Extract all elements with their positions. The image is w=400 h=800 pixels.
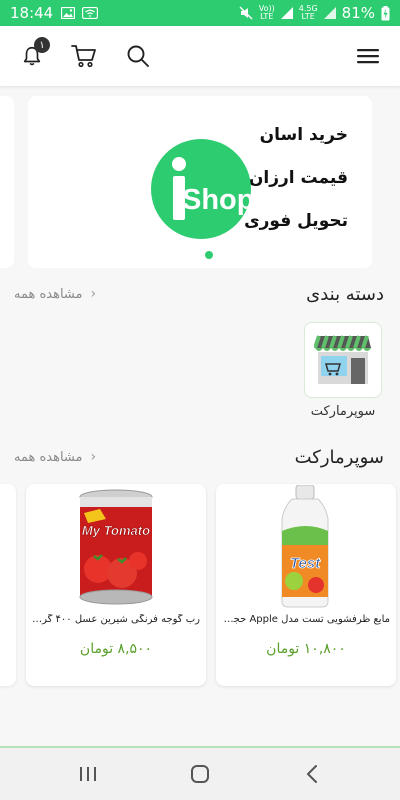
banner-slide[interactable]: خرید اسان قیمت ارزان تحویل فوری Shop (28, 96, 372, 268)
tomato-paste-can: My Tomato (79, 489, 153, 605)
cart-icon (71, 45, 96, 68)
banner-line-1: خرید اسان (259, 125, 348, 145)
supermarket-see-all-link[interactable]: ‹ مشاهده همه (14, 449, 96, 465)
cart-button[interactable] (68, 40, 100, 72)
category-card[interactable] (304, 322, 382, 398)
status-time: 18:44 (10, 4, 54, 22)
bottle-brand-text: Test (290, 555, 321, 572)
product-image: My Tomato (26, 484, 206, 610)
wifi-call-icon (82, 7, 99, 19)
dishwashing-liquid-bottle: Test (281, 485, 329, 608)
notification-button[interactable]: ۱ (16, 37, 50, 72)
hamburger-menu-icon (357, 49, 379, 64)
product-card-peek[interactable] (0, 484, 16, 686)
banner-peek-previous[interactable] (0, 96, 14, 268)
banner-line-3: تحویل فوری (244, 211, 348, 231)
search-icon (127, 45, 149, 67)
network-type-1: LTE (260, 12, 274, 21)
system-navigation-bar (0, 748, 400, 800)
signal-icon-1 (280, 7, 293, 19)
battery-percent: 81% (341, 4, 375, 22)
categories-see-all-link[interactable]: ‹ مشاهده همه (14, 286, 96, 302)
gallery-icon (61, 7, 76, 19)
supermarket-title: سوپرمارکت (294, 446, 384, 468)
mute-icon (239, 6, 253, 20)
back-button[interactable] (300, 762, 324, 786)
battery-charging-icon (381, 5, 390, 20)
supermarket-header: ‹ مشاهده همه سوپرمارکت (14, 444, 384, 470)
home-button[interactable] (188, 762, 212, 786)
banner-text: خرید اسان قیمت ارزان تحویل فوری (244, 114, 348, 243)
product-price: ۱۰,۸۰۰ تومان (266, 641, 346, 657)
app-bar: ۱ (0, 26, 400, 86)
menu-button[interactable] (352, 40, 384, 72)
categories-title: دسته بندی (306, 283, 384, 305)
product-card[interactable]: Test مایع ظرفشویی تست مدل Apple حجم... ۱… (216, 484, 396, 686)
notification-badge: ۱ (34, 37, 50, 53)
chevron-left-icon: ‹ (90, 449, 97, 465)
chevron-left-icon: ‹ (90, 286, 97, 302)
back-icon (307, 765, 317, 783)
network-type-2: LTE (301, 12, 315, 21)
product-price: ۸,۵۰۰ تومان (79, 641, 153, 657)
recent-apps-icon (80, 767, 96, 781)
can-brand-text: My Tomato (82, 523, 150, 538)
category-label: سوپرمارکت (310, 404, 376, 419)
banner-line-2: قیمت ارزان (248, 168, 348, 188)
status-bar: 18:44 Vo)) LTE 4.5G LTE 81% (0, 0, 400, 26)
category-item-supermarket[interactable]: سوپرمارکت (304, 322, 382, 419)
recent-apps-button[interactable] (76, 762, 100, 786)
carousel-indicator[interactable] (205, 251, 213, 259)
home-icon (191, 765, 209, 783)
product-name: رب گوجه فرنگی شیرین عسل ۴۰۰ گرمی (32, 614, 200, 625)
search-button[interactable] (122, 40, 154, 72)
storefront-icon (314, 335, 371, 384)
product-image: Test (216, 484, 396, 610)
categories-header: ‹ مشاهده همه دسته بندی (14, 281, 384, 307)
product-name: مایع ظرفشویی تست مدل Apple حجم... (222, 614, 390, 625)
signal-icon-2 (323, 7, 336, 19)
product-card[interactable]: My Tomato رب گوجه فرنگی شیرین عسل ۴۰۰ گر… (26, 484, 206, 686)
ishop-logo: Shop (151, 139, 252, 239)
logo-text: Shop (182, 184, 252, 216)
